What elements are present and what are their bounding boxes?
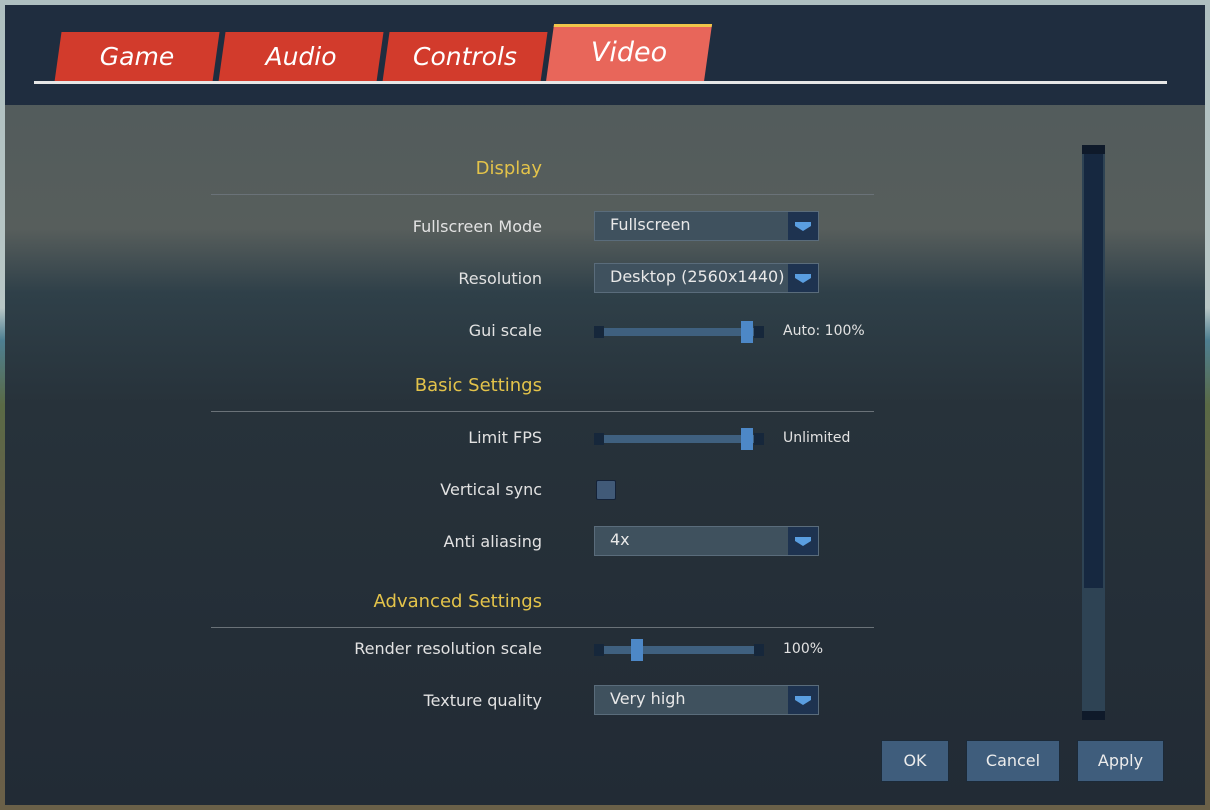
slider-thumb[interactable] bbox=[740, 321, 753, 343]
slider-cap bbox=[754, 644, 764, 656]
tab-controls[interactable]: Controls bbox=[382, 32, 548, 82]
limit-fps-value: Unlimited bbox=[783, 430, 851, 446]
tab-video[interactable]: Video bbox=[545, 24, 713, 82]
chevron-down-icon[interactable] bbox=[788, 686, 818, 714]
section-title-display: Display bbox=[475, 158, 542, 179]
texture-quality-dropdown[interactable]: Very high bbox=[594, 685, 819, 715]
section-title-basic: Basic Settings bbox=[414, 375, 542, 396]
resolution-label: Resolution bbox=[458, 269, 542, 288]
tab-game-label: Game bbox=[99, 42, 175, 71]
scrollbar-cap-bottom bbox=[1082, 711, 1105, 720]
fullscreen-mode-dropdown[interactable]: Fullscreen bbox=[594, 211, 819, 241]
render-scale-slider[interactable] bbox=[594, 639, 764, 661]
vertical-sync-checkbox[interactable] bbox=[596, 480, 616, 500]
tab-video-label: Video bbox=[590, 37, 668, 68]
scrollbar-thumb[interactable] bbox=[1084, 154, 1103, 589]
gui-scale-label: Gui scale bbox=[468, 321, 542, 340]
slider-thumb[interactable] bbox=[740, 428, 753, 450]
gui-scale-value: Auto: 100% bbox=[783, 323, 865, 339]
slider-cap bbox=[594, 644, 604, 656]
cancel-button[interactable]: Cancel bbox=[966, 740, 1060, 782]
resolution-value: Desktop (2560x1440) bbox=[610, 267, 785, 286]
settings-dialog: Game Audio Controls Video Display Fullsc… bbox=[5, 5, 1205, 805]
scrollbar-cap-top bbox=[1082, 145, 1105, 154]
render-scale-value: 100% bbox=[783, 641, 824, 657]
limit-fps-label: Limit FPS bbox=[468, 428, 542, 447]
tab-bar: Game Audio Controls Video bbox=[5, 5, 1205, 105]
render-scale-label: Render resolution scale bbox=[354, 639, 542, 658]
anti-aliasing-label: Anti aliasing bbox=[443, 532, 542, 551]
slider-track[interactable] bbox=[604, 328, 754, 336]
gui-scale-slider[interactable] bbox=[594, 321, 764, 343]
limit-fps-slider[interactable] bbox=[594, 428, 764, 450]
chevron-down-icon[interactable] bbox=[788, 212, 818, 240]
texture-quality-value: Very high bbox=[610, 689, 686, 708]
slider-cap bbox=[754, 433, 764, 445]
section-divider bbox=[211, 627, 874, 628]
vertical-scrollbar[interactable] bbox=[1082, 145, 1105, 720]
anti-aliasing-dropdown[interactable]: 4x bbox=[594, 526, 819, 556]
section-divider bbox=[211, 411, 874, 412]
section-title-advanced: Advanced Settings bbox=[373, 591, 542, 612]
fullscreen-mode-value: Fullscreen bbox=[610, 215, 691, 234]
tab-controls-label: Controls bbox=[413, 42, 517, 71]
resolution-dropdown[interactable]: Desktop (2560x1440) bbox=[594, 263, 819, 293]
chevron-down-icon[interactable] bbox=[788, 527, 818, 555]
tab-audio-label: Audio bbox=[265, 42, 337, 71]
tab-game[interactable]: Game bbox=[54, 32, 220, 82]
slider-track[interactable] bbox=[604, 646, 754, 654]
anti-aliasing-value: 4x bbox=[610, 530, 630, 549]
texture-quality-label: Texture quality bbox=[423, 691, 542, 710]
slider-thumb[interactable] bbox=[631, 639, 643, 661]
chevron-down-icon[interactable] bbox=[788, 264, 818, 292]
fullscreen-mode-label: Fullscreen Mode bbox=[412, 217, 542, 236]
vertical-sync-label: Vertical sync bbox=[440, 480, 542, 499]
slider-cap bbox=[754, 326, 764, 338]
tab-underline bbox=[34, 81, 1167, 84]
slider-cap bbox=[594, 433, 604, 445]
tab-audio[interactable]: Audio bbox=[218, 32, 384, 82]
apply-button[interactable]: Apply bbox=[1077, 740, 1164, 782]
section-divider bbox=[211, 194, 874, 195]
slider-cap bbox=[594, 326, 604, 338]
ok-button[interactable]: OK bbox=[881, 740, 949, 782]
slider-track[interactable] bbox=[604, 435, 754, 443]
